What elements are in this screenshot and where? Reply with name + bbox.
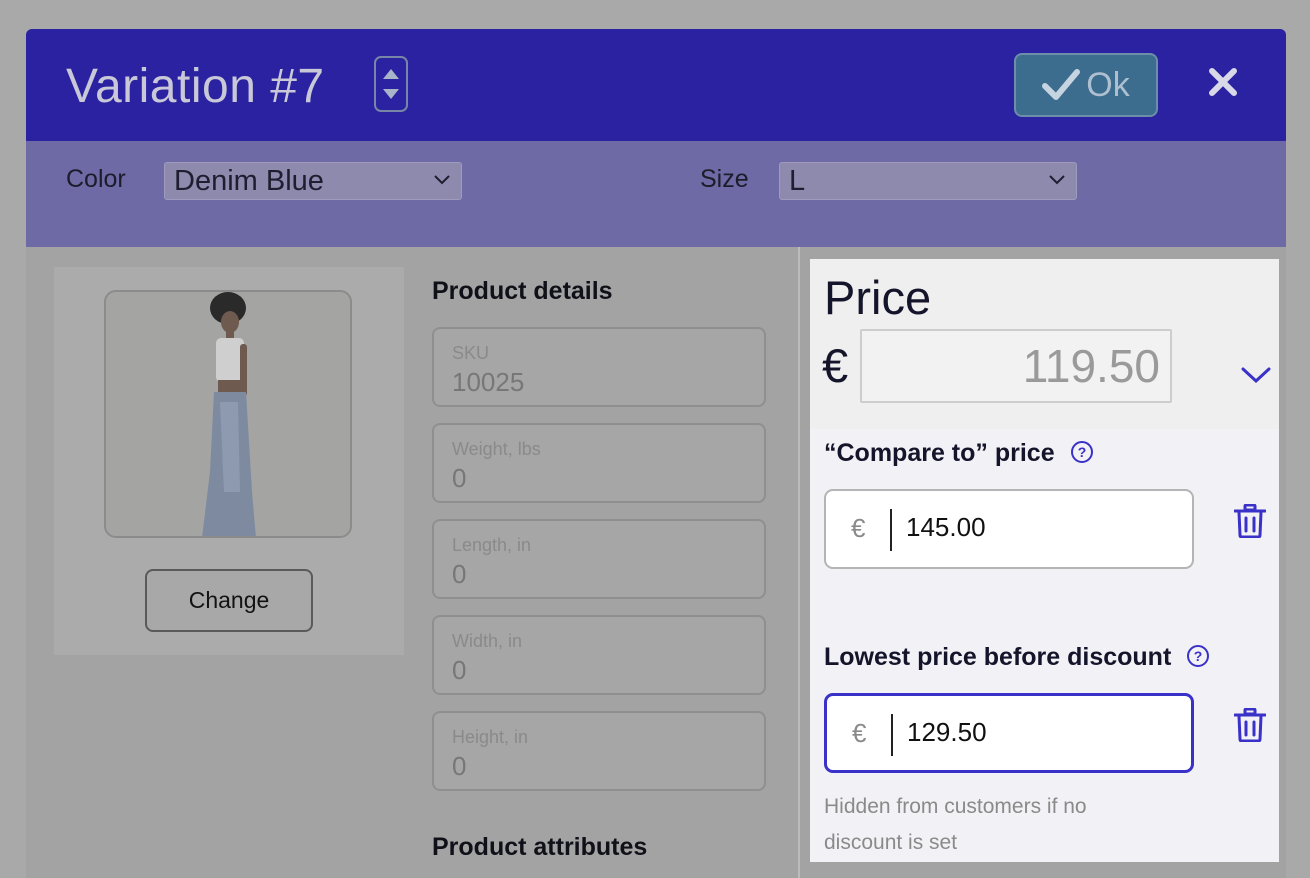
- size-select-value: L: [789, 165, 806, 197]
- input-separator: [890, 509, 892, 551]
- color-select[interactable]: Denim Blue: [164, 162, 462, 200]
- length-value: 0: [452, 559, 467, 589]
- compare-price-label-text: “Compare to” price: [824, 439, 1055, 467]
- weight-label: Weight, lbs: [452, 439, 541, 459]
- lowest-price-label-text: Lowest price before discount: [824, 643, 1172, 671]
- price-input[interactable]: 119.50: [860, 329, 1172, 403]
- dialog-title: Variation #7: [66, 60, 325, 113]
- lowest-price-label: Lowest price before discount ?: [824, 643, 1210, 672]
- attribute-bar: Color Denim Blue Size L: [26, 141, 1286, 247]
- sku-field[interactable]: SKU 10025: [432, 327, 766, 407]
- stepper-down-icon[interactable]: [383, 89, 399, 99]
- height-field[interactable]: Height, in 0: [432, 711, 766, 791]
- weight-value: 0: [452, 463, 467, 493]
- price-currency: €: [822, 339, 849, 392]
- compare-price-label: “Compare to” price ?: [824, 439, 1094, 468]
- help-icon[interactable]: ?: [1070, 440, 1094, 464]
- lowest-price-hint: Hidden from customers if no discount is …: [824, 795, 1087, 854]
- product-photo: [104, 290, 352, 538]
- checkmark-icon: [1042, 69, 1081, 100]
- height-label: Height, in: [452, 727, 529, 747]
- length-field[interactable]: Length, in 0: [432, 519, 766, 599]
- price-panel: Price € 119.50 “Compare to” price ? € 14…: [810, 259, 1279, 862]
- model-figure: [106, 292, 350, 536]
- chevron-down-icon: [434, 175, 450, 185]
- lowest-price-value: 129.50: [907, 717, 987, 747]
- price-title: Price: [824, 271, 932, 324]
- trash-icon[interactable]: [1234, 504, 1266, 538]
- size-select[interactable]: L: [779, 162, 1077, 200]
- color-label: Color: [66, 165, 126, 193]
- lowest-price-currency: €: [852, 718, 867, 748]
- close-icon[interactable]: [1206, 65, 1240, 99]
- svg-text:?: ?: [1077, 444, 1086, 460]
- width-field[interactable]: Width, in 0: [432, 615, 766, 695]
- help-icon[interactable]: ?: [1186, 644, 1210, 668]
- panel-divider: [798, 247, 800, 878]
- compare-price-value: 145.00: [906, 512, 986, 542]
- change-image-button[interactable]: Change: [145, 569, 313, 632]
- image-panel: Change: [54, 267, 404, 655]
- stepper-up-icon[interactable]: [383, 69, 399, 79]
- svg-text:?: ?: [1194, 648, 1203, 664]
- product-details-title: Product details: [432, 277, 613, 305]
- size-label: Size: [700, 165, 749, 193]
- price-summary: Price € 119.50: [810, 259, 1279, 429]
- compare-price-input[interactable]: € 145.00: [824, 489, 1194, 569]
- width-label: Width, in: [452, 631, 523, 651]
- weight-field[interactable]: Weight, lbs 0: [432, 423, 766, 503]
- variation-stepper[interactable]: [374, 56, 408, 112]
- sku-value: 10025: [452, 367, 525, 397]
- height-value: 0: [452, 751, 467, 781]
- compare-price-currency: €: [851, 513, 866, 543]
- sku-label: SKU: [452, 343, 490, 363]
- input-separator: [891, 714, 893, 756]
- lowest-price-input[interactable]: € 129.50: [824, 693, 1194, 773]
- variation-details-area: Change Product details SKU 10025 Weight,…: [26, 247, 798, 878]
- dialog-header: Variation #7 Ok: [26, 29, 1286, 141]
- chevron-down-icon: [1049, 175, 1065, 185]
- color-select-value: Denim Blue: [174, 165, 324, 197]
- width-value: 0: [452, 655, 467, 685]
- product-attributes-title: Product attributes: [432, 833, 648, 861]
- trash-icon[interactable]: [1234, 708, 1266, 742]
- ok-button[interactable]: Ok: [1014, 53, 1158, 117]
- ok-button-label: Ok: [1086, 65, 1130, 104]
- length-label: Length, in: [452, 535, 532, 555]
- chevron-down-icon[interactable]: [1240, 365, 1272, 385]
